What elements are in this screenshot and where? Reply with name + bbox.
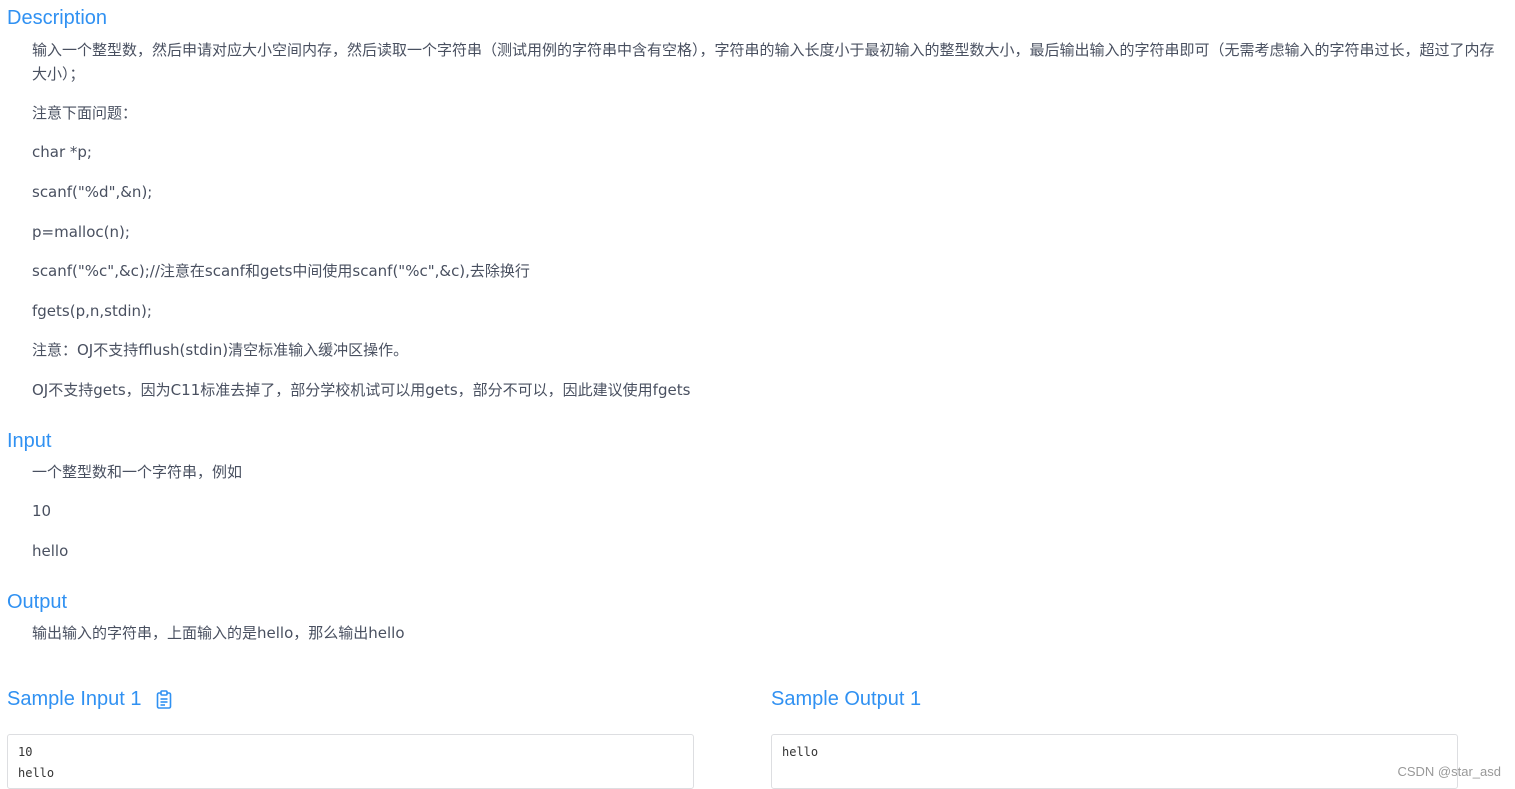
sample-input-box[interactable]: 10 hello [7,734,694,789]
code-line: fgets(p,n,stdin); [32,302,152,320]
input-paragraph: hello [32,542,69,560]
input-paragraph: 一个整型数和一个字符串，例如 [32,463,243,481]
description-note: 注意：OJ不支持fflush(stdin)清空标准输入缓冲区操作。 [32,341,409,359]
sample-output-title: Sample Output 1 [771,688,922,710]
sample-input-heading: Sample Input 1 [7,686,172,712]
input-title: Input [7,430,52,452]
description-title: Description [7,7,108,29]
description-paragraph: 注意下面问题： [32,104,138,122]
output-paragraph: 输出输入的字符串，上面输入的是hello，那么输出hello [32,624,405,642]
sample-output-box[interactable]: hello [771,734,1458,789]
problem-page: Description 输入一个整型数，然后申请对应大小空间内存，然后读取一个字… [0,0,1515,789]
clipboard-icon[interactable] [156,689,172,709]
code-line: p=malloc(n); [32,223,130,241]
code-line: scanf("%c",&c);//注意在scanf和gets中间使用scanf(… [32,262,530,280]
watermark: CSDN @star_asd [1397,764,1501,779]
sample-input-title: Sample Input 1 [7,688,142,710]
output-title: Output [7,591,68,613]
code-line: scanf("%d",&n); [32,183,153,201]
description-paragraph: 输入一个整型数，然后申请对应大小空间内存，然后读取一个字符串（测试用例的字符串中… [32,41,1495,83]
description-note: OJ不支持gets，因为C11标准去掉了，部分学校机试可以用gets，部分不可以… [32,381,691,399]
code-line: char *p; [32,143,92,161]
input-paragraph: 10 [32,502,52,520]
sample-output-heading: Sample Output 1 [771,686,921,712]
